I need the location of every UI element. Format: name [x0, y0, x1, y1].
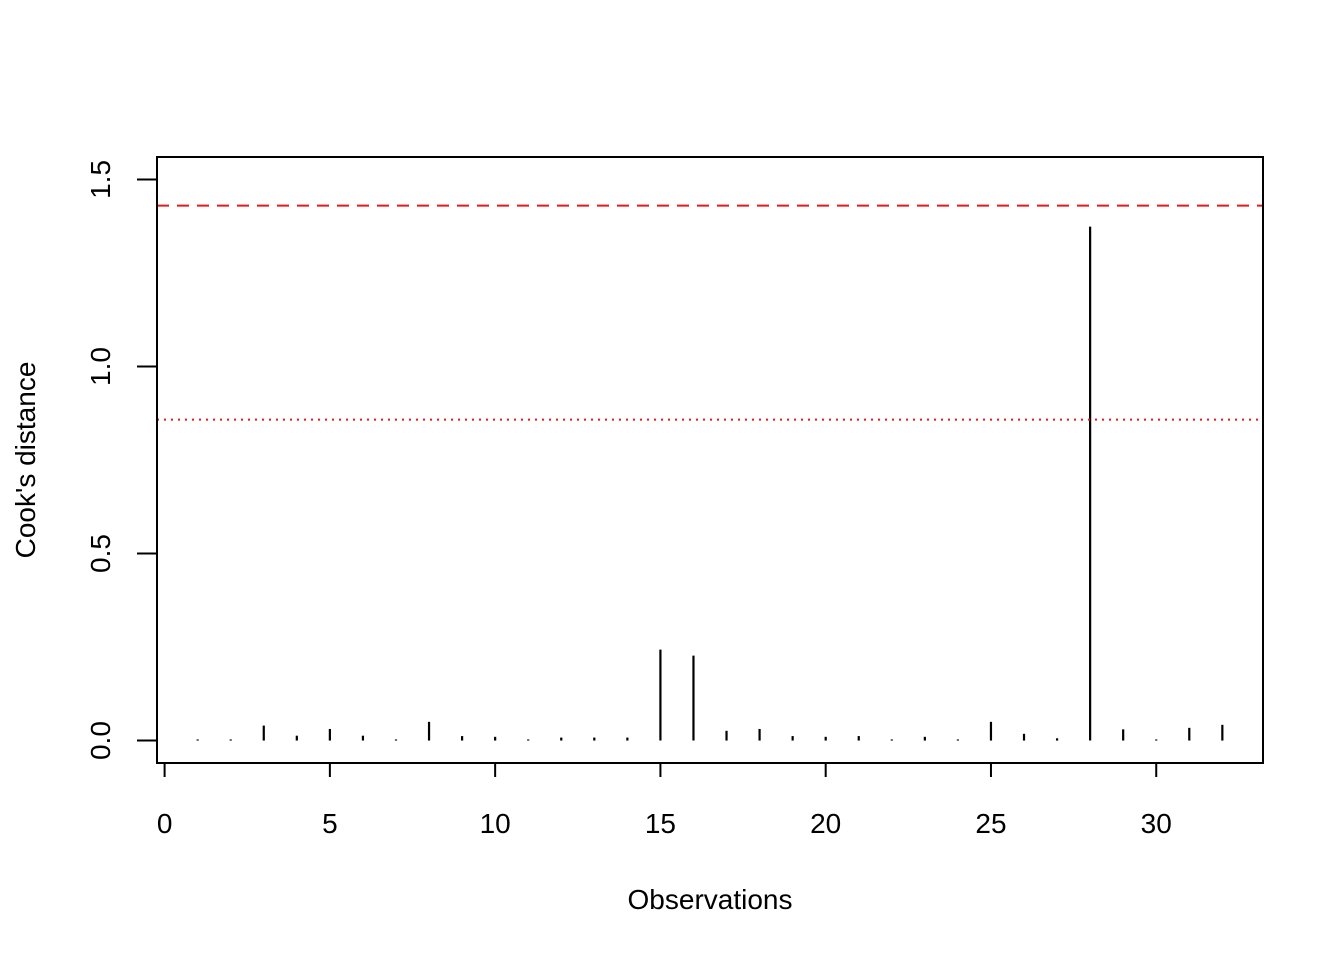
x-tick-label-30: 30 — [1141, 808, 1172, 839]
cooks-distance-chart: 0 5 10 15 20 25 30 0.0 0.5 1.0 1.5 Observations C… — [10, 156, 1264, 915]
y-tick-label-0.5: 0.5 — [85, 534, 116, 573]
y-axis: 0.0 0.5 1.0 1.5 — [85, 160, 158, 760]
y-tick-label-0: 0.0 — [85, 721, 116, 760]
y-tick-label-1.5: 1.5 — [85, 160, 116, 199]
x-axis: 0 5 10 15 20 25 30 — [157, 762, 1172, 839]
plot-frame — [156, 156, 1264, 764]
y-axis-title: Cook's distance — [10, 362, 41, 559]
x-tick-label-5: 5 — [322, 808, 338, 839]
x-tick-label-0: 0 — [157, 808, 173, 839]
spikes-layer — [196, 226, 1224, 741]
x-tick-label-10: 10 — [480, 808, 511, 839]
x-tick-label-20: 20 — [810, 808, 841, 839]
x-tick-label-25: 25 — [975, 808, 1006, 839]
y-tick-label-1: 1.0 — [85, 347, 116, 386]
x-axis-title: Observations — [628, 884, 793, 915]
reference-lines-layer — [157, 204, 1263, 421]
x-tick-label-15: 15 — [645, 808, 676, 839]
